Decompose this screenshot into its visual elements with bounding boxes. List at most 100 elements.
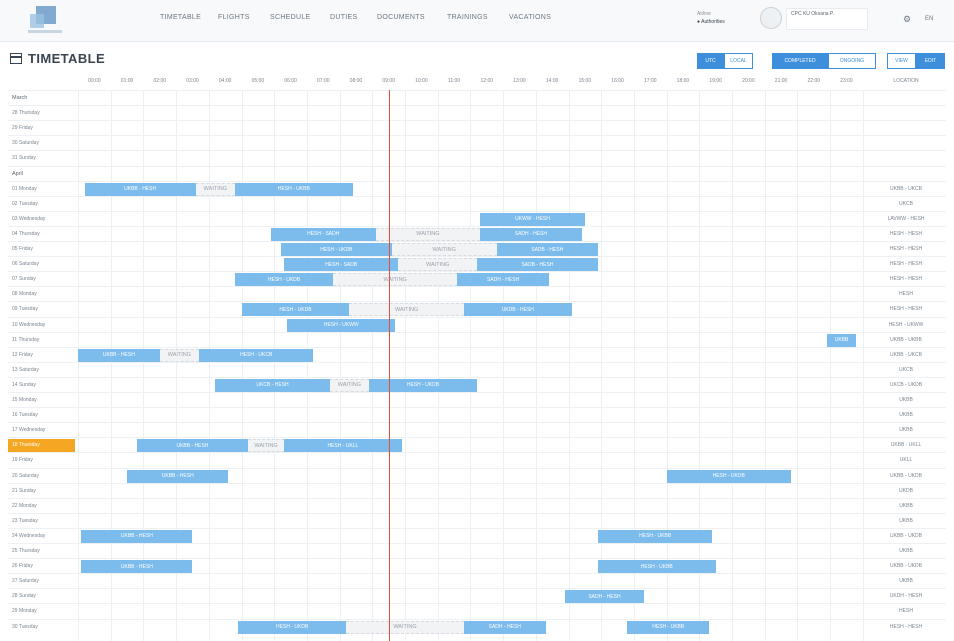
flight-block[interactable]: UKBB - HESH bbox=[84, 182, 196, 196]
location-cell: UKBB - UKDB bbox=[890, 532, 922, 539]
location-cell: UKBB bbox=[899, 397, 913, 403]
day-row: 14 Sunday UKCB - HESH WAITING HESH - UKDB UK… bbox=[8, 376, 946, 392]
flight-block[interactable]: HESH - UKDB bbox=[280, 243, 392, 256]
hour-label: 01:00 bbox=[120, 78, 134, 84]
day-row: 09 Tuesday HESH - UKDB WAITING UKDB - HESH H… bbox=[8, 301, 946, 317]
view-button[interactable]: VIEW bbox=[887, 53, 916, 69]
flight-block[interactable]: SADH - HESH bbox=[480, 227, 582, 241]
flight-block[interactable]: UKBB - HESH bbox=[127, 469, 229, 483]
current-time-line bbox=[388, 90, 390, 641]
nav-item-trainings[interactable]: TRAININGS bbox=[447, 14, 509, 21]
user-menu[interactable]: CPC KU Oksana P. bbox=[786, 8, 868, 30]
day-label: 13 Saturday bbox=[12, 366, 39, 373]
flight-block[interactable]: UKBB - HESH bbox=[81, 560, 193, 574]
utc-button[interactable]: UTC bbox=[697, 53, 724, 69]
flight-block[interactable]: UKBB - HESH bbox=[136, 439, 249, 453]
flight-block[interactable]: UKWW - HESH bbox=[480, 212, 585, 226]
location-cell: UKBB - UKBB bbox=[890, 336, 922, 343]
day-row: 21 Sunday UKDB bbox=[8, 482, 946, 498]
day-label: 18 Thursday bbox=[12, 442, 40, 449]
flight-block[interactable]: HESH - UKBB bbox=[627, 620, 710, 634]
waiting-block: WAITING bbox=[349, 303, 464, 317]
nav-item-vacations[interactable]: VACATIONS bbox=[509, 14, 569, 21]
flight-block[interactable]: HESH - UKLL bbox=[284, 439, 402, 453]
day-row: 15 Monday UKBB bbox=[8, 392, 946, 407]
hour-label: 22:00 bbox=[807, 78, 821, 84]
nav-item-schedule[interactable]: SCHEDULE bbox=[270, 14, 330, 21]
flight-block[interactable]: UKBB bbox=[826, 333, 857, 347]
flight-block[interactable]: HESH - UKDB bbox=[238, 620, 347, 634]
location-cell: UKBB bbox=[899, 517, 913, 524]
location-cell: UKCB - UKDB bbox=[889, 381, 923, 388]
flight-block[interactable]: HESH - UKDB bbox=[666, 469, 791, 483]
flight-block[interactable]: HESH - UKBB bbox=[597, 529, 713, 543]
flight-block[interactable]: SADH - HESH bbox=[565, 590, 644, 604]
day-label: 20 Saturday bbox=[12, 472, 39, 479]
hour-label: 11:00 bbox=[447, 78, 461, 84]
flight-block[interactable]: HESH - UKDB bbox=[234, 273, 334, 287]
mode-toggle: VIEW EDIT bbox=[887, 53, 945, 69]
flight-block[interactable]: HESH - UKDB bbox=[369, 378, 477, 392]
hour-label: 15:00 bbox=[578, 78, 592, 84]
nav-item-duties[interactable]: DUTIES bbox=[330, 14, 377, 21]
location-cell: UKBB - UKCB bbox=[890, 185, 922, 192]
nav-item-timetable[interactable]: TIMETABLE bbox=[160, 14, 218, 21]
location-cell: UKBB bbox=[899, 427, 913, 434]
page-header: TIMETABLE bbox=[10, 51, 105, 66]
airline-label: Airline bbox=[697, 11, 711, 17]
day-row: 06 Saturday HESH - SADB WAITING SADB - HESH… bbox=[8, 256, 946, 272]
location-cell: UKBB - UKCB bbox=[890, 351, 922, 358]
flight-block[interactable]: SADB - HESH bbox=[496, 243, 598, 256]
month-label: April bbox=[12, 170, 24, 177]
flight-block[interactable]: HESH - UKDB bbox=[241, 303, 350, 317]
ongoing-button[interactable]: ONGOING bbox=[828, 53, 876, 69]
day-label: 16 Tuesday bbox=[12, 412, 38, 419]
flight-block[interactable]: HESH - UKWW bbox=[287, 318, 396, 332]
day-label: 05 Friday bbox=[12, 246, 33, 252]
company-logo[interactable] bbox=[28, 4, 62, 34]
flight-block[interactable]: SADH - HESH bbox=[463, 620, 546, 634]
waiting-block: WAITING bbox=[329, 378, 370, 392]
day-row: 23 Tuesday UKBB bbox=[8, 512, 946, 528]
user-avatar[interactable] bbox=[760, 7, 782, 29]
day-row: 07 Sunday HESH - UKDB WAITING SADH - HESH HE… bbox=[8, 271, 946, 287]
flight-block[interactable]: UKBB - HESH bbox=[81, 529, 193, 543]
flight-block[interactable]: UKCB - HESH bbox=[215, 378, 330, 392]
flight-block[interactable]: HESH - SADH bbox=[270, 227, 376, 241]
flight-block[interactable]: HESH - UKBB bbox=[234, 182, 353, 196]
day-row: 04 Thursday HESH - SADH WAITING SADH - HESH… bbox=[8, 225, 946, 241]
nav-item-documents[interactable]: DOCUMENTS bbox=[377, 14, 447, 21]
location-cell: UKBB - UKDB bbox=[890, 563, 922, 570]
day-row: 01 Monday UKBB - HESH WAITING HESH - UKBB UK… bbox=[8, 180, 946, 196]
day-row: 29 Monday HESH bbox=[8, 603, 946, 618]
airline-selector[interactable]: Airline ● Authorities bbox=[697, 10, 725, 26]
day-label: 11 Thursday bbox=[12, 336, 40, 343]
waiting-block: WAITING bbox=[391, 243, 497, 256]
completed-button[interactable]: COMPLETED bbox=[772, 53, 828, 69]
flight-block[interactable]: HESH - SADB bbox=[284, 258, 399, 272]
flight-block[interactable]: UKBB - HESH bbox=[78, 348, 160, 362]
edit-button[interactable]: EDIT bbox=[916, 53, 945, 69]
page-title: TIMETABLE bbox=[28, 51, 106, 66]
waiting-block: WAITING bbox=[248, 439, 284, 453]
flight-block[interactable]: HESH - UKBB bbox=[597, 560, 716, 574]
day-label: 12 Friday bbox=[12, 351, 33, 358]
bell-icon[interactable]: ⚙ bbox=[903, 14, 911, 25]
location-cell: HESH - HESH bbox=[889, 230, 923, 237]
flight-block[interactable]: UKDB - HESH bbox=[463, 303, 572, 317]
language-selector[interactable]: EN bbox=[925, 16, 933, 22]
local-button[interactable]: LOCAL bbox=[724, 53, 753, 69]
day-row: 05 Friday HESH - UKDB WAITING SADB - HESH HE… bbox=[8, 241, 946, 256]
location-cell: HESH - HESH bbox=[889, 246, 923, 252]
flight-block[interactable]: SADB - HESH bbox=[476, 258, 598, 272]
day-label: 29 Friday bbox=[12, 125, 33, 132]
day-label: 28 Sunday bbox=[12, 593, 36, 600]
hour-label: 19:00 bbox=[709, 78, 722, 84]
nav-item-flights[interactable]: FLIGHTS bbox=[218, 14, 270, 21]
airline-value: ● Authorities bbox=[697, 19, 725, 25]
hour-label: 14:00 bbox=[545, 78, 559, 84]
flight-block[interactable]: HESH - UKCB bbox=[198, 348, 314, 362]
hour-label: 04:00 bbox=[218, 78, 232, 84]
flight-block[interactable]: SADH - HESH bbox=[457, 273, 549, 287]
day-label: 29 Monday bbox=[12, 608, 37, 615]
